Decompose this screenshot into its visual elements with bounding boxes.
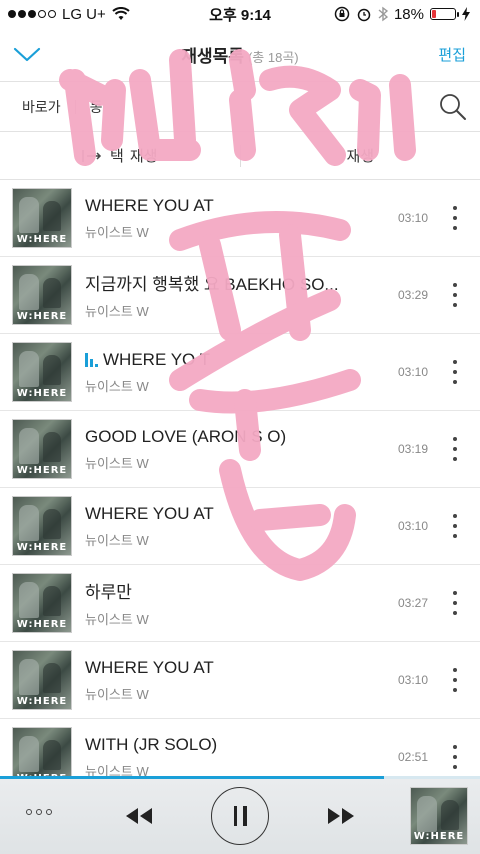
track-artist: 뉴이스트 W xyxy=(85,378,149,394)
album-art: W:HERE xyxy=(12,496,72,556)
page-title: 재생목록 (총 18곡) xyxy=(181,47,299,66)
rotation-lock-icon xyxy=(334,6,350,22)
fast-forward-icon[interactable] xyxy=(324,803,358,829)
track-title: WITH (JR SOLO) xyxy=(85,734,218,754)
album-art: W:HERE xyxy=(12,419,72,479)
track-artist: 뉴이스트 W xyxy=(85,686,149,702)
track-duration: 03:19 xyxy=(398,442,429,456)
track-artist: 뉴이스트 W xyxy=(85,224,149,240)
mini-player: W:HERE xyxy=(0,779,480,854)
search-icon[interactable] xyxy=(438,92,468,122)
vertical-ellipsis-icon[interactable] xyxy=(452,591,458,615)
vertical-ellipsis-icon[interactable] xyxy=(452,745,458,769)
track-duration: 03:10 xyxy=(398,673,429,687)
track-duration: 03:10 xyxy=(398,365,429,379)
album-art: W:HERE xyxy=(12,188,72,248)
vertical-ellipsis-icon[interactable] xyxy=(452,360,458,384)
track-title: WHERE YOU AT xyxy=(85,195,214,215)
bluetooth-icon xyxy=(378,6,388,22)
album-art: W:HERE xyxy=(12,650,72,710)
track-row[interactable]: W:HERE 하루만뉴이스트 W 03:27 xyxy=(0,565,480,642)
track-title: 하루만 xyxy=(85,583,132,602)
track-title: WHERE YO T xyxy=(85,350,380,370)
now-playing-art[interactable]: W:HERE xyxy=(410,787,468,845)
vertical-ellipsis-icon[interactable] xyxy=(452,437,458,461)
track-count: (총 18곡) xyxy=(247,50,299,65)
shortcut-bar: 바로가 동 xyxy=(0,82,480,132)
playlist-header: 재생목록 (총 18곡) 편집 xyxy=(0,28,480,82)
track-duration: 02:51 xyxy=(398,750,429,764)
track-row[interactable]: W:HERE WHERE YOU AT 뉴이스트 W 03:10 xyxy=(0,488,480,565)
track-row[interactable]: W:HERE 지금까지 행복했 요 BAEKHO SO... 뉴이스트 W 03:29 xyxy=(0,257,480,334)
album-art: W:HERE xyxy=(12,573,72,633)
battery-percent: 18% xyxy=(393,5,424,23)
play-all-button[interactable]: 재생 xyxy=(241,145,480,166)
track-title: WHERE YOU AT xyxy=(85,503,214,523)
carrier-label: LG U+ xyxy=(62,5,106,23)
battery-icon xyxy=(430,8,459,20)
pause-icon xyxy=(233,806,237,826)
shortcut-item[interactable]: 바로가 xyxy=(22,97,61,117)
track-artist: 뉴이스트 W xyxy=(85,763,149,777)
track-duration: 03:27 xyxy=(398,596,429,610)
vertical-ellipsis-icon[interactable] xyxy=(452,283,458,307)
pause-button[interactable] xyxy=(211,787,269,845)
alarm-icon xyxy=(357,8,371,22)
track-duration: 03:29 xyxy=(398,288,429,302)
select-play-button[interactable]: 택 재생 xyxy=(0,145,240,166)
track-artist: 뉴이스트 W xyxy=(85,304,149,319)
action-row: 택 재생 재생 xyxy=(0,132,480,180)
album-art: W:HERE xyxy=(12,265,72,325)
vertical-ellipsis-icon[interactable] xyxy=(452,206,458,230)
charging-icon xyxy=(462,7,470,21)
rewind-icon[interactable] xyxy=(122,803,156,829)
album-art: W:HERE xyxy=(12,727,72,776)
chevron-down-icon[interactable] xyxy=(10,38,44,72)
track-duration: 03:10 xyxy=(398,211,429,225)
track-row[interactable]: W:HERE GOOD LOVE (ARON S O) 뉴이스트 W 03:19 xyxy=(0,411,480,488)
track-row[interactable]: W:HERE WHERE YO T 뉴이스트 W 03:10 xyxy=(0,334,480,411)
track-title: 지금까지 행복했 요 BAEKHO SO... xyxy=(85,275,339,294)
track-artist: 뉴이스트 W xyxy=(85,612,149,627)
album-art: W:HERE xyxy=(12,342,72,402)
signal-icon xyxy=(8,10,56,18)
track-row[interactable]: W:HERE WITH (JR SOLO) 뉴이스트 W 02:51 xyxy=(0,719,480,776)
shortcut-item[interactable]: 동 xyxy=(90,97,103,117)
track-duration: 03:10 xyxy=(398,519,429,533)
track-title: GOOD LOVE (ARON S O) xyxy=(85,426,287,446)
divider xyxy=(74,99,76,114)
track-title: WHERE YOU AT xyxy=(85,657,214,677)
track-artist: 뉴이스트 W xyxy=(85,455,149,471)
vertical-ellipsis-icon[interactable] xyxy=(452,668,458,692)
track-row[interactable]: W:HERE WHERE YOU AT 뉴이스트 W 03:10 xyxy=(0,180,480,257)
track-artist: 뉴이스트 W xyxy=(85,532,149,548)
track-list: W:HERE WHERE YOU AT 뉴이스트 W 03:10 W:HERE 지금까지 … xyxy=(0,180,480,776)
shuffle-arrows-icon xyxy=(82,149,102,162)
status-bar: LG U+ 오후 9:14 18% xyxy=(0,0,480,28)
vertical-ellipsis-icon[interactable] xyxy=(452,514,458,538)
wifi-icon xyxy=(112,7,130,20)
now-playing-equalizer-icon xyxy=(85,352,98,367)
more-horizontal-icon[interactable] xyxy=(26,809,52,815)
edit-button[interactable]: 편집 xyxy=(438,44,466,65)
track-row[interactable]: W:HERE WHERE YOU AT 뉴이스트 W 03:10 xyxy=(0,642,480,719)
